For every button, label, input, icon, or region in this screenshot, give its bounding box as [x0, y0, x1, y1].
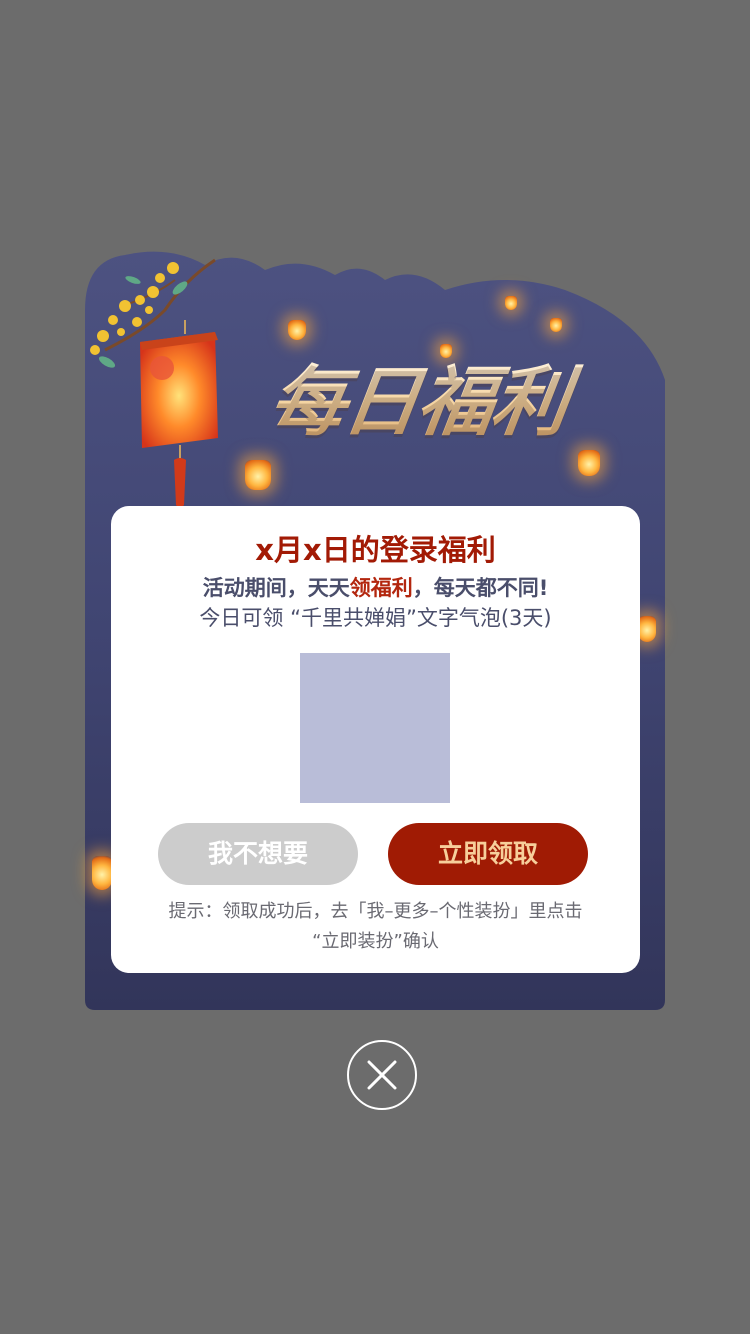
sky-lantern-icon	[92, 856, 112, 890]
subtitle-text-before: 活动期间，天天	[202, 576, 350, 600]
reward-description: 今日可领 “千里共婵娟”文字气泡(3天)	[199, 606, 552, 630]
decline-button[interactable]: 我不想要	[158, 823, 358, 885]
sky-lantern-icon	[288, 320, 306, 340]
screen: 每日福利 x月x日的登录福利 活动期间，天天领福利，每天都不同! 今日可领 “千…	[0, 0, 750, 1334]
banner-title: 每日福利	[263, 352, 607, 452]
reward-preview-image	[300, 653, 450, 803]
sky-lantern-icon	[550, 318, 562, 332]
sky-lantern-icon	[638, 616, 656, 642]
subtitle-highlight: 领福利	[349, 576, 413, 600]
reward-card: x月x日的登录福利 活动期间，天天领福利，每天都不同! 今日可领 “千里共婵娟”…	[111, 506, 640, 973]
lantern-icon	[140, 320, 218, 508]
subtitle-text-after: ，每天都不同!	[412, 576, 549, 600]
sky-lantern-icon	[245, 460, 271, 490]
claim-button[interactable]: 立即领取	[388, 823, 588, 885]
tip-line-1: 提示：领取成功后，去「我–更多–个性装扮」里点击	[168, 901, 583, 922]
close-button[interactable]	[347, 1040, 417, 1110]
sky-lantern-icon	[578, 450, 600, 476]
activity-subtitle: 活动期间，天天领福利，每天都不同!	[111, 574, 640, 602]
tip-line-2: “立即装扮”确认	[312, 931, 439, 952]
sky-lantern-icon	[505, 296, 517, 310]
close-icon	[367, 1060, 397, 1090]
card-title: x月x日的登录福利	[255, 533, 496, 567]
tip-text: 提示：领取成功后，去「我–更多–个性装扮」里点击 “立即装扮”确认	[131, 897, 620, 957]
